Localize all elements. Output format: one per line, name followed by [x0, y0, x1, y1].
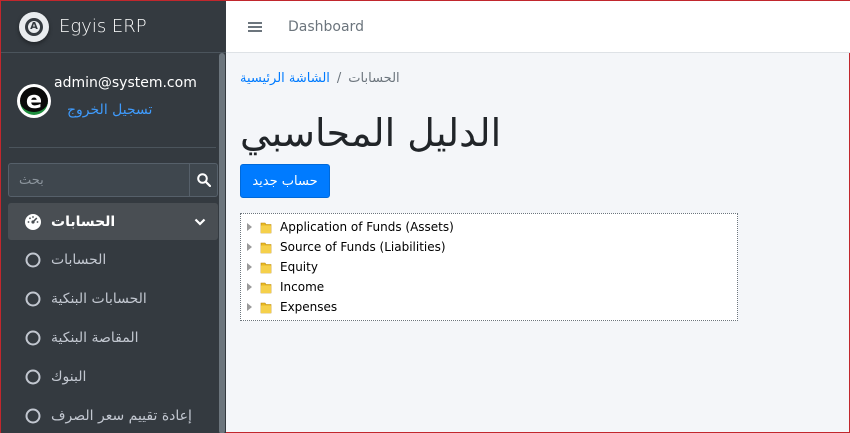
- sidebar-item-label: الحسابات: [51, 251, 107, 268]
- expand-caret-icon[interactable]: [247, 223, 252, 231]
- search-button[interactable]: [189, 164, 217, 196]
- tree-node-label: Source of Funds (Liabilities): [280, 240, 446, 254]
- breadcrumb-current: الحسابات: [348, 71, 400, 86]
- tachometer-icon: [23, 213, 43, 231]
- circle-icon: [23, 408, 43, 424]
- folder-icon: [260, 242, 272, 253]
- sidebar-search: [8, 163, 218, 197]
- circle-icon: [23, 330, 43, 346]
- avatar: e: [17, 84, 51, 118]
- sidebar-scrollbar[interactable]: [218, 53, 226, 433]
- brand-logo-icon: A: [19, 11, 49, 42]
- search-icon: [196, 173, 211, 187]
- tree-node-label: Equity: [280, 260, 318, 274]
- tree-node[interactable]: Source of Funds (Liabilities): [241, 237, 737, 257]
- top-navbar: Dashboard: [226, 1, 850, 53]
- tree-node[interactable]: Expenses: [241, 297, 737, 317]
- hamburger-menu-icon[interactable]: [248, 20, 262, 34]
- sidebar-item-bank-reconciliation[interactable]: المقاصة البنكية: [8, 318, 218, 357]
- expand-caret-icon[interactable]: [247, 283, 252, 291]
- user-email: admin@system.com: [54, 75, 197, 91]
- scrollbar-thumb[interactable]: [219, 53, 225, 433]
- expand-caret-icon[interactable]: [247, 243, 252, 251]
- folder-icon: [260, 282, 272, 293]
- circle-icon: [23, 291, 43, 307]
- user-panel: e admin@system.com تسجيل الخروج: [9, 53, 216, 148]
- sidebar-item-label: إعادة تقييم سعر الصرف: [51, 407, 192, 424]
- new-account-button[interactable]: حساب جديد: [240, 164, 330, 198]
- tree-node[interactable]: Application of Funds (Assets): [241, 217, 737, 237]
- page-title: الدليل المحاسبي: [240, 111, 502, 155]
- folder-icon: [260, 222, 272, 233]
- folder-icon: [260, 302, 272, 313]
- sidebar-item-exchange-revaluation[interactable]: إعادة تقييم سعر الصرف: [8, 396, 218, 433]
- sidebar-item-banks[interactable]: البنوك: [8, 357, 218, 396]
- expand-caret-icon[interactable]: [247, 303, 252, 311]
- breadcrumb-separator: /: [336, 71, 342, 86]
- tree-node[interactable]: Income: [241, 277, 737, 297]
- sidebar-item-label: الحسابات: [51, 213, 116, 230]
- tree-node-label: Expenses: [280, 300, 338, 314]
- tree-node-label: Application of Funds (Assets): [280, 220, 454, 234]
- brand-name: Egyis ERP: [59, 16, 147, 37]
- breadcrumb: الشاشة الرئيسية / الحسابات: [240, 71, 400, 86]
- sidebar-item-accounts-group[interactable]: الحسابات: [8, 203, 218, 240]
- tree-node[interactable]: Equity: [241, 257, 737, 277]
- breadcrumb-home-link[interactable]: الشاشة الرئيسية: [240, 71, 330, 86]
- sidebar-item-label: البنوك: [51, 368, 87, 385]
- sidebar-item-label: المقاصة البنكية: [51, 329, 139, 346]
- logout-link[interactable]: تسجيل الخروج: [67, 102, 152, 118]
- nav-link-dashboard[interactable]: Dashboard: [288, 19, 364, 35]
- sidebar-item-label: الحسابات البنكية: [51, 290, 147, 307]
- tree-node-label: Income: [280, 280, 325, 294]
- folder-icon: [260, 262, 272, 273]
- circle-icon: [23, 369, 43, 385]
- sidebar-menu: الحسابات الحسابات الحسابات البنكية المقا…: [8, 203, 218, 433]
- circle-icon: [23, 252, 43, 268]
- expand-caret-icon[interactable]: [247, 263, 252, 271]
- search-input[interactable]: [9, 164, 189, 196]
- chevron-down-icon: [192, 218, 208, 226]
- sidebar-item-accounts[interactable]: الحسابات: [8, 240, 218, 279]
- sidebar-item-bank-accounts[interactable]: الحسابات البنكية: [8, 279, 218, 318]
- accounts-tree: Application of Funds (Assets) Source of …: [240, 213, 738, 321]
- brand[interactable]: A Egyis ERP: [1, 1, 226, 53]
